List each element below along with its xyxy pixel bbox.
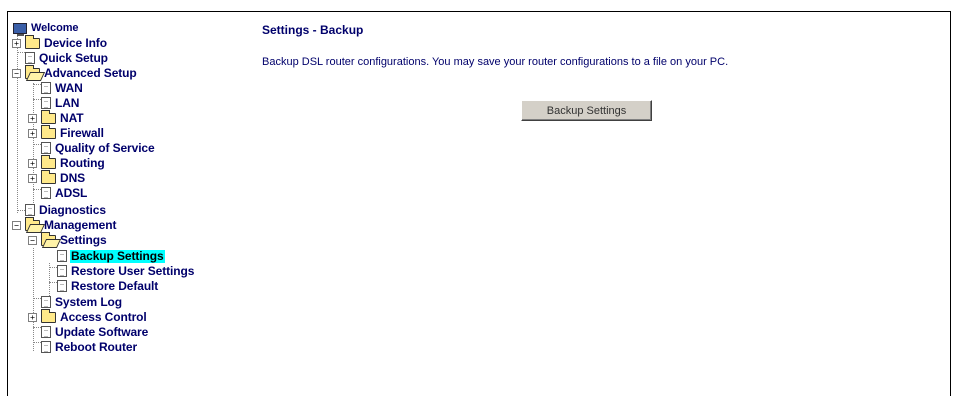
- backup-settings-button[interactable]: Backup Settings: [521, 100, 652, 121]
- monitor-icon: [13, 22, 27, 36]
- page-icon: [41, 296, 51, 308]
- tree-node-settings[interactable]: Settings: [41, 231, 108, 247]
- tree-label-welcome[interactable]: Welcome: [30, 22, 79, 35]
- tree-node-routing[interactable]: Routing: [41, 154, 106, 170]
- tree-node-update-software[interactable]: Update Software: [41, 325, 149, 339]
- page-icon: [41, 326, 51, 338]
- tree-label-dns[interactable]: DNS: [59, 171, 86, 185]
- collapse-icon[interactable]: −: [28, 236, 37, 245]
- tree-node-restore-default[interactable]: Restore Default: [57, 279, 159, 293]
- tree-node-system-log[interactable]: System Log: [41, 295, 123, 309]
- page-icon: [41, 97, 51, 109]
- tree-node-qos[interactable]: Quality of Service: [41, 141, 156, 155]
- tree-label-wan[interactable]: WAN: [54, 81, 84, 95]
- tree-label-settings[interactable]: Settings: [59, 233, 108, 247]
- tree-node-device-info[interactable]: Device Info: [25, 34, 108, 50]
- tree-connector: [33, 327, 41, 328]
- tree-label-diagnostics[interactable]: Diagnostics: [38, 203, 107, 217]
- tree-connector: [17, 52, 25, 53]
- tree-connector: [49, 267, 57, 268]
- tree-connector: [33, 248, 34, 351]
- folder-icon: [25, 34, 40, 49]
- tree-label-system-log[interactable]: System Log: [54, 295, 123, 309]
- tree-node-firewall[interactable]: Firewall: [41, 124, 105, 140]
- page-icon: [41, 142, 51, 154]
- tree-connector: [33, 99, 41, 100]
- tree-label-device-info[interactable]: Device Info: [43, 36, 108, 50]
- tree-node-welcome[interactable]: Welcome: [13, 21, 79, 36]
- page-icon: [25, 52, 35, 64]
- folder-open-icon: [25, 64, 40, 79]
- page-icon: [57, 265, 67, 277]
- folder-icon: [41, 154, 56, 169]
- page-icon: [25, 204, 35, 216]
- expand-icon[interactable]: +: [28, 159, 37, 168]
- tree-node-adsl[interactable]: ADSL: [41, 186, 88, 200]
- tree-node-diagnostics[interactable]: Diagnostics: [25, 203, 107, 217]
- tree-label-restore-default[interactable]: Restore Default: [70, 279, 159, 293]
- tree-node-dns[interactable]: DNS: [41, 169, 86, 185]
- tree-connector: [33, 83, 34, 203]
- tree-label-quick-setup[interactable]: Quick Setup: [38, 51, 109, 65]
- tree-node-management[interactable]: Management: [25, 216, 117, 232]
- tree-node-access-control[interactable]: Access Control: [41, 308, 148, 324]
- tree-label-update-software[interactable]: Update Software: [54, 325, 149, 339]
- tree-connector: [17, 33, 18, 213]
- tree-label-adsl[interactable]: ADSL: [54, 186, 88, 200]
- tree-node-lan[interactable]: LAN: [41, 96, 80, 110]
- tree-connector: [33, 342, 41, 343]
- expand-icon[interactable]: +: [28, 129, 37, 138]
- tree-connector: [49, 282, 57, 283]
- tree-label-advanced-setup[interactable]: Advanced Setup: [43, 66, 138, 80]
- tree-label-restore-user-settings[interactable]: Restore User Settings: [70, 264, 195, 278]
- tree-label-backup-settings[interactable]: Backup Settings: [70, 249, 165, 263]
- page-title: Settings - Backup: [262, 23, 364, 37]
- expand-icon[interactable]: +: [28, 174, 37, 183]
- folder-icon: [41, 109, 56, 124]
- tree-connector: [33, 298, 41, 299]
- tree-label-reboot-router[interactable]: Reboot Router: [54, 340, 138, 354]
- tree-label-qos[interactable]: Quality of Service: [54, 141, 156, 155]
- expand-icon[interactable]: +: [28, 114, 37, 123]
- expand-icon[interactable]: +: [28, 313, 37, 322]
- folder-icon: [41, 308, 56, 323]
- page-icon: [41, 82, 51, 94]
- tree-connector: [33, 144, 41, 145]
- tree-connector: [33, 189, 41, 190]
- tree-connector: [33, 84, 41, 85]
- tree-node-quick-setup[interactable]: Quick Setup: [25, 51, 109, 65]
- tree-label-routing[interactable]: Routing: [59, 156, 106, 170]
- folder-icon: [41, 169, 56, 184]
- folder-open-icon: [25, 216, 40, 231]
- page-icon: [57, 280, 67, 292]
- expand-icon[interactable]: +: [12, 39, 21, 48]
- collapse-icon[interactable]: −: [12, 221, 21, 230]
- tree-node-reboot-router[interactable]: Reboot Router: [41, 340, 138, 354]
- tree-label-management[interactable]: Management: [43, 218, 117, 232]
- page-icon: [41, 187, 51, 199]
- folder-open-icon: [41, 231, 56, 246]
- tree-node-backup-settings[interactable]: Backup Settings: [57, 249, 165, 263]
- tree-label-firewall[interactable]: Firewall: [59, 126, 105, 140]
- tree-node-advanced-setup[interactable]: Advanced Setup: [25, 64, 138, 80]
- tree-label-access-control[interactable]: Access Control: [59, 310, 148, 324]
- folder-icon: [41, 124, 56, 139]
- page-icon: [57, 250, 67, 262]
- tree-label-lan[interactable]: LAN: [54, 96, 80, 110]
- collapse-icon[interactable]: −: [12, 69, 21, 78]
- tree-node-restore-user-settings[interactable]: Restore User Settings: [57, 264, 195, 278]
- page-icon: [41, 341, 51, 353]
- tree-node-nat[interactable]: NAT: [41, 109, 84, 125]
- page-description: Backup DSL router configurations. You ma…: [262, 56, 729, 68]
- tree-label-nat[interactable]: NAT: [59, 111, 84, 125]
- tree-node-wan[interactable]: WAN: [41, 81, 84, 95]
- tree-connector: [17, 210, 25, 211]
